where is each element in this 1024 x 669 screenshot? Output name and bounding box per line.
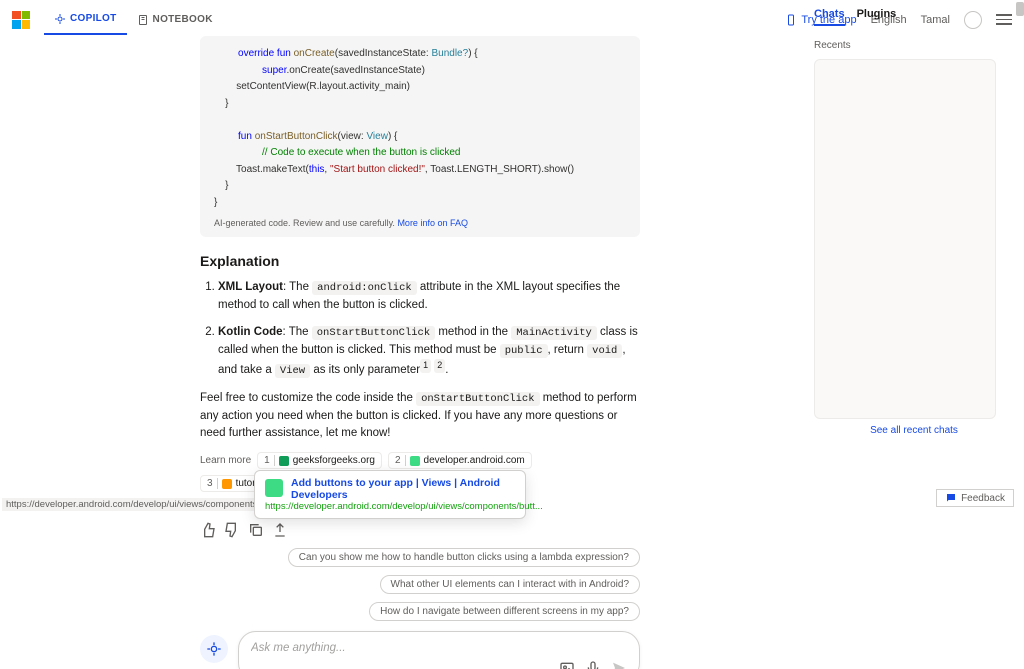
learn-more-row: Learn more 1geeksforgeeks.org 2developer…	[200, 452, 640, 492]
chat-icon	[945, 492, 957, 504]
tab-copilot-label: COPILOT	[70, 13, 117, 24]
tab-notebook[interactable]: NOTEBOOK	[127, 6, 223, 34]
source-tooltip: Add buttons to your app | Views | Androi…	[254, 470, 526, 519]
explanation-heading: Explanation	[200, 253, 640, 269]
sidebar-tab-chats[interactable]: Chats	[814, 8, 845, 26]
image-input-icon[interactable]	[559, 660, 575, 669]
explanation-item-2: Kotlin Code: The onStartButtonClick meth…	[218, 324, 640, 380]
ask-box[interactable]	[238, 631, 640, 669]
tab-copilot[interactable]: COPILOT	[44, 5, 127, 35]
phone-icon	[785, 14, 797, 26]
status-bar-url: https://developer.android.com/develop/ui…	[2, 498, 290, 511]
favicon-icon	[410, 456, 420, 466]
tooltip-title: Add buttons to your app | Views | Androi…	[265, 477, 515, 501]
sidebar-tab-plugins[interactable]: Plugins	[857, 8, 897, 26]
send-icon[interactable]	[611, 660, 627, 669]
tab-notebook-label: NOTEBOOK	[153, 14, 213, 25]
microsoft-logo-icon	[12, 11, 30, 29]
feedback-icons	[200, 522, 640, 538]
source-2[interactable]: 2developer.android.com	[388, 452, 532, 469]
see-all-chats-link[interactable]: See all recent chats	[814, 425, 1014, 436]
feedback-button[interactable]: Feedback	[936, 489, 1014, 507]
export-icon[interactable]	[272, 522, 288, 538]
notebook-icon	[137, 14, 149, 26]
suggestion-2[interactable]: What other UI elements can I interact wi…	[380, 575, 640, 594]
thumbs-up-icon[interactable]	[200, 522, 216, 538]
tooltip-url: https://developer.android.com/develop/ui…	[265, 501, 515, 512]
favicon-icon	[279, 456, 289, 466]
faq-link[interactable]: More info on FAQ	[397, 218, 468, 228]
recents-label: Recents	[814, 40, 1014, 51]
android-icon	[265, 479, 283, 497]
main-content: override fun onCreate(savedInstanceState…	[200, 36, 640, 669]
thumbs-down-icon[interactable]	[224, 522, 240, 538]
copy-icon[interactable]	[248, 522, 264, 538]
code-block: override fun onCreate(savedInstanceState…	[200, 36, 640, 237]
citation-1[interactable]: 1	[420, 359, 431, 373]
right-sidebar: Chats Plugins Recents See all recent cha…	[814, 8, 1014, 436]
recents-placeholder	[814, 59, 996, 419]
copilot-avatar	[200, 635, 228, 663]
explanation-item-1: XML Layout: The android:onClick attribut…	[218, 279, 640, 314]
suggestions: Can you show me how to handle button cli…	[200, 548, 640, 621]
suggestion-3[interactable]: How do I navigate between different scre…	[369, 602, 640, 621]
learn-more-label: Learn more	[200, 455, 251, 466]
citation-2[interactable]: 2	[434, 359, 445, 373]
closing-paragraph: Feel free to customize the code inside t…	[200, 390, 640, 442]
favicon-icon	[222, 479, 232, 489]
code-disclaimer: AI-generated code. Review and use carefu…	[214, 217, 626, 231]
mic-icon[interactable]	[585, 660, 601, 669]
suggestion-1[interactable]: Can you show me how to handle button cli…	[288, 548, 640, 567]
scrollbar[interactable]	[1016, 2, 1024, 16]
ask-input[interactable]	[251, 642, 627, 654]
copilot-icon	[206, 641, 222, 657]
source-1[interactable]: 1geeksforgeeks.org	[257, 452, 382, 469]
copilot-icon	[54, 13, 66, 25]
